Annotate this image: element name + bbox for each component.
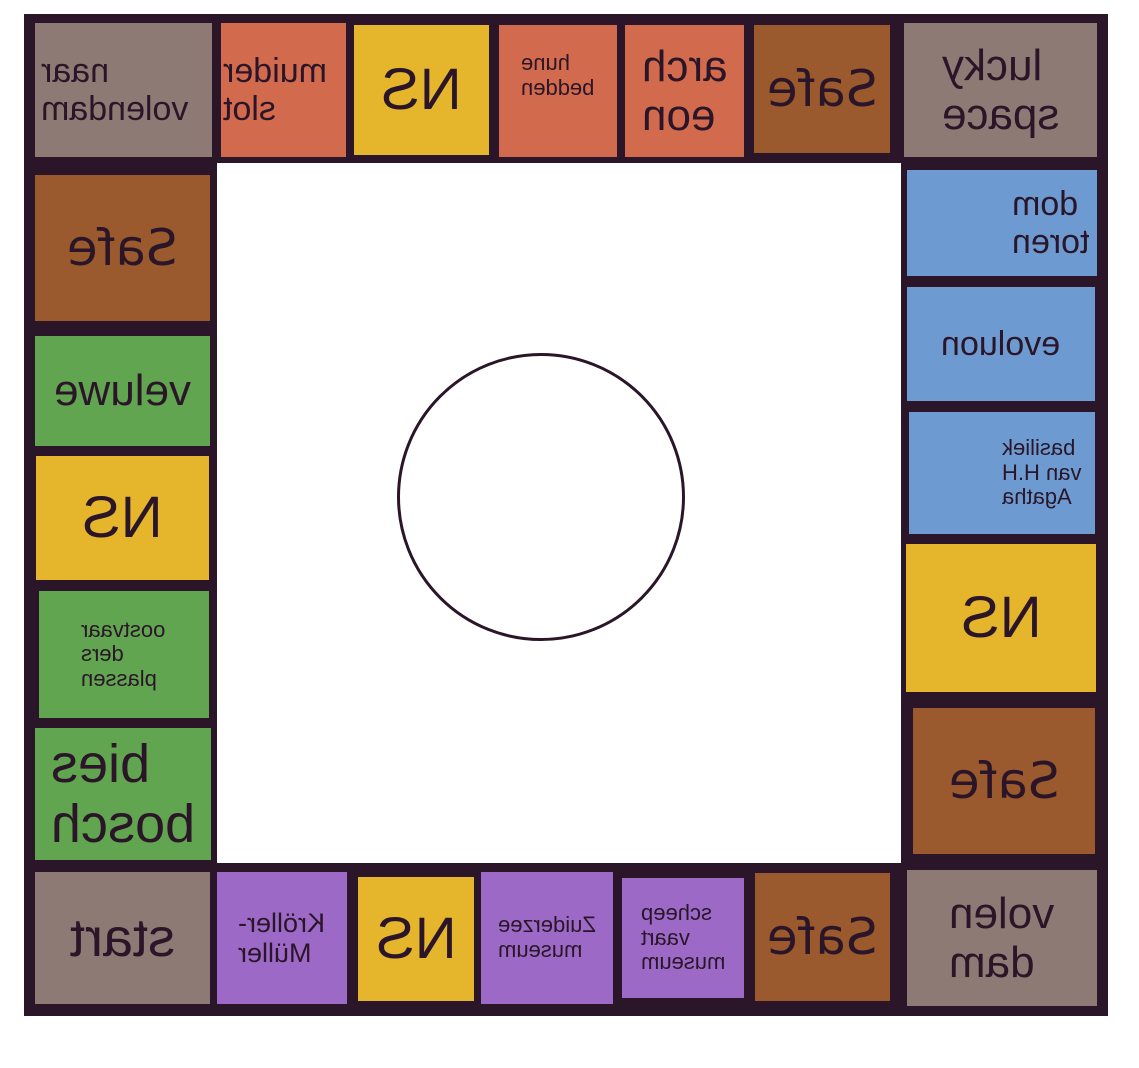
space-label: evoluon <box>941 324 1061 363</box>
space-ns-right[interactable]: NS <box>906 544 1096 692</box>
space-label: Safe <box>67 219 178 277</box>
space-label: muider slot <box>223 51 327 128</box>
space-biesbosch[interactable]: bies bosch <box>35 728 211 860</box>
space-naar-volendam[interactable]: naar volendam <box>35 23 212 157</box>
space-label: lucky space <box>941 40 1060 139</box>
space-label: NS <box>381 56 462 122</box>
space-label: scheep vaart museum <box>640 900 726 975</box>
space-label: Safe <box>948 752 1060 810</box>
space-label: oostvaar ders plassen <box>81 616 166 691</box>
space-label: Safe <box>766 60 878 118</box>
space-hunebedden[interactable]: hune bedden <box>499 25 617 157</box>
space-volendam[interactable]: volen dam <box>907 870 1097 1006</box>
space-basiliek[interactable]: basiliek van H.H Agatha <box>909 412 1095 534</box>
space-label: NS <box>375 905 457 971</box>
space-label: volen dam <box>949 888 1055 987</box>
space-veluwe[interactable]: veluwe <box>35 336 210 446</box>
space-label: arch eon <box>641 41 728 140</box>
space-ns-top[interactable]: NS <box>354 25 489 155</box>
space-zuiderzeemuseum[interactable]: Zuiderzee museum <box>481 872 613 1004</box>
space-label: Zuiderzee museum <box>498 912 596 962</box>
game-board: naar volendam muider slot NS hune bedden… <box>0 0 1139 1068</box>
center-circle <box>397 353 685 641</box>
space-label: hune bedden <box>521 50 595 100</box>
space-evoluon[interactable]: evoluon <box>907 287 1095 401</box>
space-label: naar volendam <box>41 51 189 128</box>
space-ns-left[interactable]: NS <box>36 456 209 580</box>
space-oostvaardersplassen[interactable]: oostvaar ders plassen <box>39 591 209 718</box>
space-label: start <box>69 907 176 968</box>
space-label: bies bosch <box>50 733 196 854</box>
space-safe-left[interactable]: Safe <box>35 175 210 321</box>
space-muiderslot[interactable]: muider slot <box>221 23 346 157</box>
space-label: NS <box>82 484 163 550</box>
space-archeon[interactable]: arch eon <box>625 25 744 157</box>
space-lucky-space[interactable]: lucky space <box>904 23 1097 157</box>
space-safe-right[interactable]: Safe <box>913 708 1095 854</box>
space-scheepvaartmuseum[interactable]: scheep vaart museum <box>622 878 744 998</box>
space-kroller-muller[interactable]: Kröller- Müller <box>217 872 347 1004</box>
space-label: dom toren <box>1011 184 1090 261</box>
space-label: veluwe <box>54 366 191 416</box>
space-label: Kröller- Müller <box>238 907 326 968</box>
space-label: NS <box>960 584 1042 650</box>
space-start[interactable]: start <box>35 872 210 1004</box>
space-domtoren[interactable]: dom toren <box>907 170 1097 276</box>
space-label: Safe <box>767 908 878 966</box>
space-ns-bottom[interactable]: NS <box>358 877 474 1001</box>
space-safe-bottom[interactable]: Safe <box>755 873 890 1001</box>
space-label: basiliek van H.H Agatha <box>1001 435 1081 510</box>
space-safe-top[interactable]: Safe <box>754 25 890 153</box>
